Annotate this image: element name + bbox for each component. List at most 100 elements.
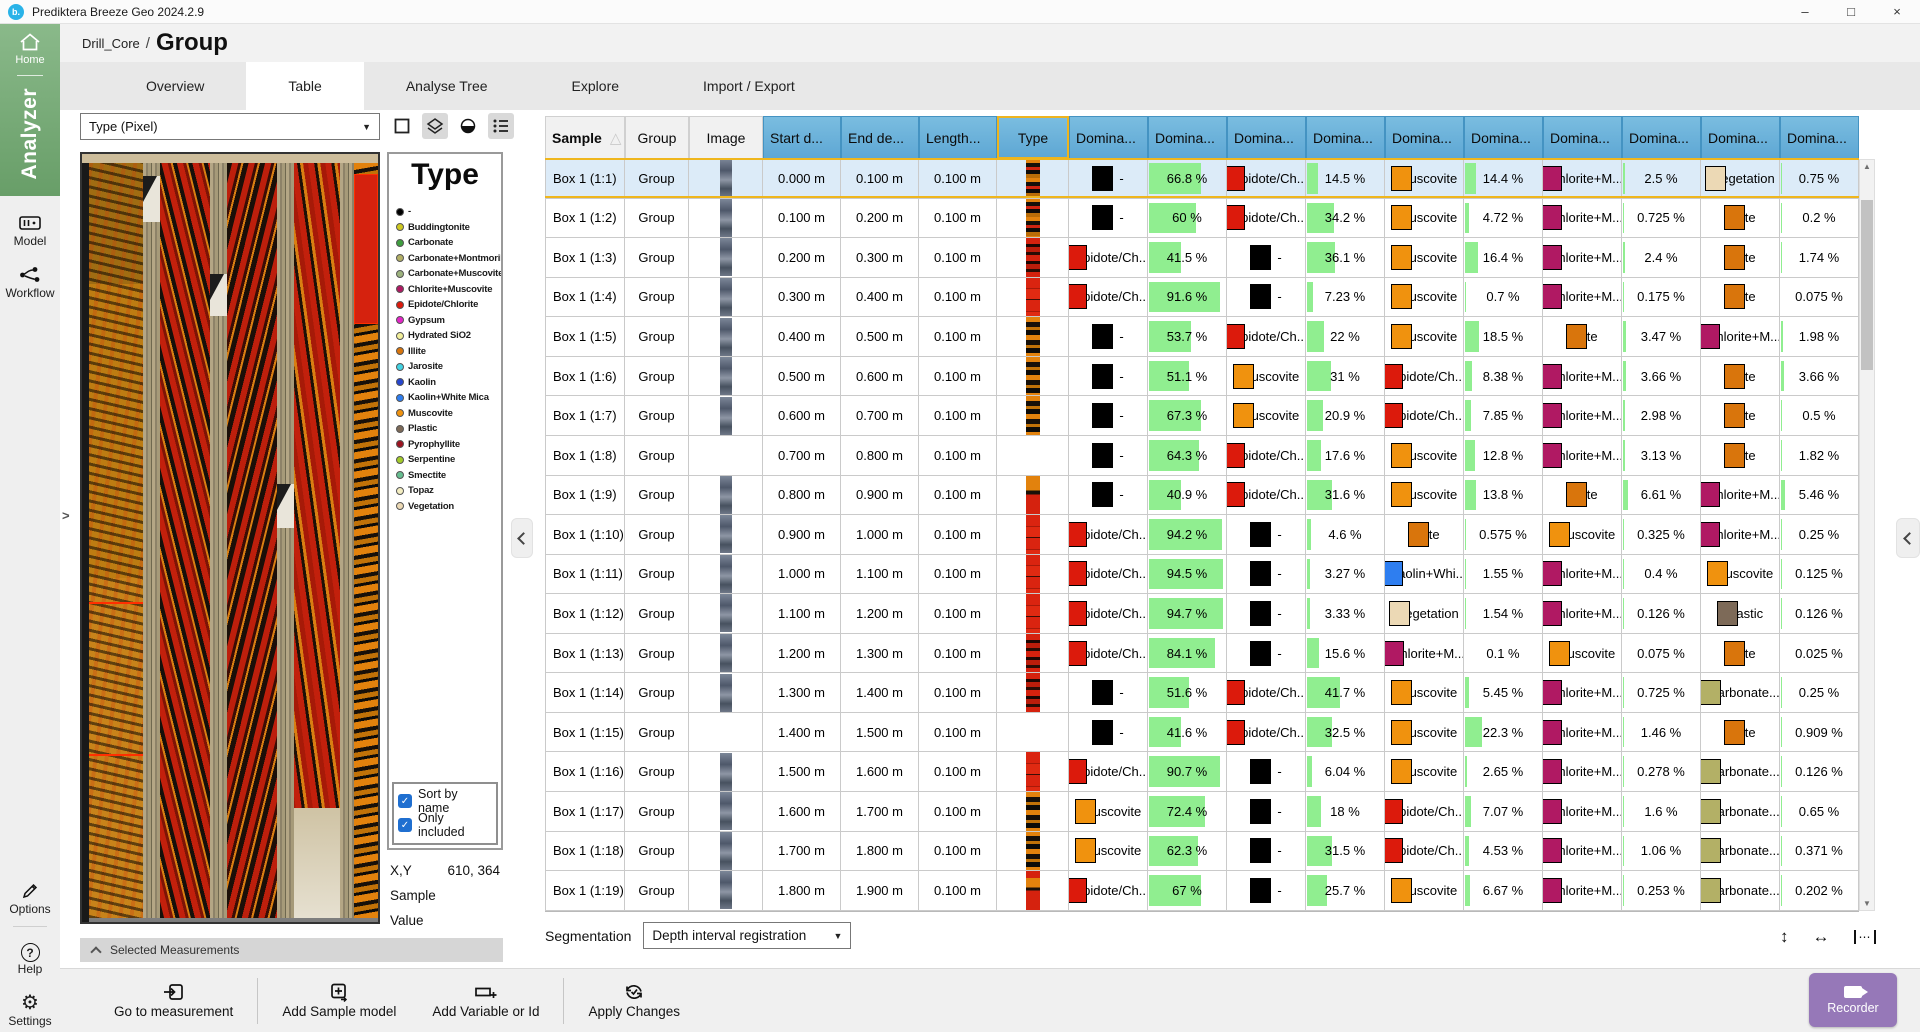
legend-item[interactable]: Carbonate [396,235,501,251]
column-header-endde-4[interactable]: End de... [841,116,919,159]
table-row[interactable]: Box 1 (1:12)Group1.100 m1.200 m0.100 mEp… [545,594,1859,634]
legend-item[interactable]: Hydrated SiO2 [396,328,501,344]
legend-item[interactable]: Jarosite [396,359,501,375]
fit-width-icon[interactable]: ↔ [1813,927,1830,947]
column-header-domina-12[interactable]: Domina... [1464,116,1543,159]
collapse-right-panel-button[interactable] [1896,518,1920,558]
column-header-domina-13[interactable]: Domina... [1543,116,1622,159]
column-header-domina-9[interactable]: Domina... [1227,116,1306,159]
legend-item[interactable]: Smectite [396,468,501,484]
table-row[interactable]: Box 1 (1:4)Group0.300 m0.400 m0.100 mEpi… [545,278,1859,318]
expand-panel-arrow[interactable]: > [62,508,70,523]
sidebar-item-settings[interactable]: ⚙ Settings [8,992,51,1028]
legend-item[interactable]: - [396,204,501,220]
tab-explore[interactable]: Explore [530,62,661,110]
scroll-down-icon[interactable]: ▼ [1860,899,1874,908]
column-header-domina-16[interactable]: Domina... [1780,116,1859,159]
column-header-domina-15[interactable]: Domina... [1701,116,1780,159]
legend-item[interactable]: Illite [396,344,501,360]
column-header-domina-10[interactable]: Domina... [1306,116,1385,159]
column-header-length-5[interactable]: Length... [919,116,997,159]
legend-item[interactable]: Buddingtonite [396,220,501,236]
table-row[interactable]: Box 1 (1:17)Group1.600 m1.700 m0.100 mMu… [545,792,1859,832]
table-row[interactable]: Box 1 (1:2)Group0.100 m0.200 m0.100 m-60… [545,199,1859,239]
legend-item[interactable]: Carbonate+Montmorillonite [396,251,501,267]
legend-item[interactable]: Chlorite+Muscovite [396,282,501,298]
selected-measurements-bar[interactable]: Selected Measurements [80,938,503,962]
checkbox-sort-by-name[interactable]: ✓ Sort by name [398,789,492,813]
close-button[interactable]: × [1874,0,1920,23]
table-row[interactable]: Box 1 (1:1)Group0.000 m0.100 m0.100 m-66… [545,159,1859,199]
legend-item[interactable]: Epidote/Chlorite [396,297,501,313]
legend-item[interactable]: Gypsum [396,313,501,329]
column-header-image-2[interactable]: Image [689,116,763,159]
sidebar-item-model[interactable]: Model [14,212,47,248]
sidebar-item-options[interactable]: Options [9,880,50,916]
legend-item[interactable]: Kaolin+White Mica [396,390,501,406]
table-row[interactable]: Box 1 (1:19)Group1.800 m1.900 m0.100 mEp… [545,871,1859,911]
table-row[interactable]: Box 1 (1:10)Group0.900 m1.000 m0.100 mEp… [545,515,1859,555]
minimize-button[interactable]: – [1782,0,1828,23]
add-sample-model-button[interactable]: Add Sample model [264,982,414,1019]
vertical-scrollbar[interactable]: ▲ ▼ [1859,159,1875,911]
legend-item[interactable]: Topaz [396,483,501,499]
layers-icon[interactable] [422,113,448,139]
table-row[interactable]: Box 1 (1:15)Group1.400 m1.500 m0.100 m-4… [545,713,1859,753]
scroll-up-icon[interactable]: ▲ [1860,162,1874,171]
recorder-button[interactable]: Recorder [1809,973,1897,1027]
legend-item[interactable]: Kaolin [396,375,501,391]
legend-item[interactable]: Carbonate+Muscovite [396,266,501,282]
tab-table[interactable]: Table [246,62,363,110]
column-header-startd-3[interactable]: Start d... [763,116,841,159]
layer-select-dropdown[interactable]: Type (Pixel) ▼ [80,113,380,140]
column-header-domina-14[interactable]: Domina... [1622,116,1701,159]
table-row[interactable]: Box 1 (1:14)Group1.300 m1.400 m0.100 m-5… [545,673,1859,713]
maximize-button[interactable]: □ [1828,0,1874,23]
table-row[interactable]: Box 1 (1:18)Group1.700 m1.800 m0.100 mMu… [545,832,1859,872]
mineral-name: - [1119,369,1123,384]
tab-import-export[interactable]: Import / Export [661,62,837,110]
legend-list-icon[interactable] [488,113,514,139]
column-header-group-1[interactable]: Group [625,116,689,159]
sidebar-item-help[interactable]: ? Help [18,943,43,976]
column-header-domina-8[interactable]: Domina... [1148,116,1227,159]
table-row[interactable]: Box 1 (1:8)Group0.700 m0.800 m0.100 m-64… [545,436,1859,476]
fit-height-icon[interactable]: ↕ [1780,927,1789,947]
tab-analyse-tree[interactable]: Analyse Tree [364,62,530,110]
drill-core-image[interactable] [80,152,380,924]
go-to-measurement-button[interactable]: Go to measurement [96,982,251,1019]
percent-bar [1465,282,1466,313]
column-header-domina-11[interactable]: Domina... [1385,116,1464,159]
table-row[interactable]: Box 1 (1:11)Group1.000 m1.100 m0.100 mEp… [545,555,1859,595]
sidebar-item-workflow[interactable]: Workflow [5,264,54,300]
collapse-left-panel-button[interactable] [511,518,533,558]
tab-overview[interactable]: Overview [104,62,246,110]
column-header-type-6[interactable]: Type [997,116,1069,159]
table-row[interactable]: Box 1 (1:6)Group0.500 m0.600 m0.100 m-51… [545,357,1859,397]
percent-value: 22.3 % [1483,725,1523,740]
table-row[interactable]: Box 1 (1:3)Group0.200 m0.300 m0.100 mEpi… [545,238,1859,278]
table-row[interactable]: Box 1 (1:16)Group1.500 m1.600 m0.100 mEp… [545,752,1859,792]
scrollbar-thumb[interactable] [1861,200,1873,370]
table-row[interactable]: Box 1 (1:7)Group0.600 m0.700 m0.100 m-67… [545,396,1859,436]
legend-item[interactable]: Vegetation [396,499,501,515]
checkbox-only-included[interactable]: ✓ Only included [398,813,492,837]
legend-item[interactable]: Plastic [396,421,501,437]
sidebar-item-home[interactable]: Home [15,32,44,66]
legend-item[interactable]: Pyrophyllite [396,437,501,453]
add-variable-button[interactable]: Add Variable or Id [414,982,557,1019]
legend-item[interactable]: Serpentine [396,452,501,468]
contrast-icon[interactable] [455,113,481,139]
legend-item[interactable]: Muscovite [396,406,501,422]
mineral-color-swatch [1391,680,1412,705]
column-header-domina-7[interactable]: Domina... [1069,116,1148,159]
segmentation-dropdown[interactable]: Depth interval registration ▼ [643,922,851,949]
table-row[interactable]: Box 1 (1:13)Group1.200 m1.300 m0.100 mEp… [545,634,1859,674]
apply-changes-button[interactable]: Apply Changes [570,982,698,1019]
table-row[interactable]: Box 1 (1:5)Group0.400 m0.500 m0.100 m-53… [545,317,1859,357]
column-header-sample-0[interactable]: Sample△ [545,116,625,159]
table-row[interactable]: Box 1 (1:9)Group0.800 m0.900 m0.100 m-40… [545,476,1859,516]
fit-columns-icon[interactable]: ⋯ [1854,930,1876,944]
breadcrumb-parent[interactable]: Drill_Core [82,36,140,51]
rectangle-select-icon[interactable] [389,113,415,139]
